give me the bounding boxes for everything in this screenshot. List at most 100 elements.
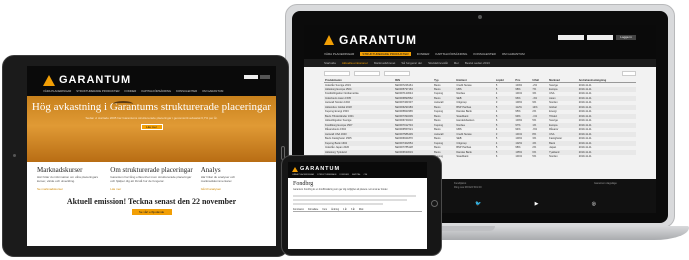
home-button[interactable] [431, 200, 438, 207]
nav-item[interactable]: Fonder [417, 52, 430, 56]
table-header-cell[interactable]: Kurs [322, 209, 327, 211]
table-cell: 2019-11-11 [578, 155, 592, 159]
table-header-cell[interactable]: 1 år [343, 209, 347, 211]
nav-item[interactable]: Fonder [125, 89, 137, 93]
emission-heading: Aktuell emission! Teckna senast den 22 n… [66, 196, 237, 206]
column-title: Om strukturerade placeringar [110, 166, 193, 174]
product-list-section: Produktnamn ISIN Typ Emittent Löptid Pris Utfa… [304, 67, 656, 163]
nav-item[interactable]: Om Garantum [202, 89, 223, 93]
logo-mark-icon [43, 74, 55, 86]
nav-item[interactable]: Strukturerade [317, 174, 336, 176]
camera-icon [478, 15, 482, 19]
column-title: Analys [200, 166, 221, 174]
subnav-item[interactable]: Skuldebrevslåt [428, 61, 448, 65]
main-nav: Våra placeringar Strukturerade Fonder Kapit… [292, 174, 367, 176]
garantum-logo[interactable]: GARANTUM [292, 166, 340, 172]
subnav-item[interactable]: Marknadsbrevet [374, 61, 396, 65]
camera-icon [13, 154, 16, 157]
garantum-logo[interactable]: GARANTUM [324, 33, 417, 47]
hero-read-more-button[interactable]: Läs mer [140, 124, 163, 130]
filter-row [324, 71, 636, 76]
logo-mark-icon [292, 166, 298, 172]
filter-select[interactable] [324, 71, 350, 76]
nav-item[interactable]: Våra placeringar [292, 174, 314, 176]
subnav-item[interactable]: Så fungerar det [401, 61, 422, 65]
nav-item[interactable]: Konsulenter [473, 52, 496, 56]
product-table: Produktnamn ISIN Typ Emittent Löptid Pris Utfa… [324, 79, 636, 159]
page-title: Fondbrg [293, 181, 314, 187]
nav-item[interactable]: Om [364, 174, 368, 176]
text-block [293, 195, 422, 205]
filter-select[interactable] [384, 71, 410, 76]
table-cell: 6 [495, 155, 498, 159]
page-intro: Garantum Fondbrg är en fondförsäkring so… [293, 189, 388, 191]
subnav-item[interactable]: Beslut sedan 2013 [465, 61, 490, 65]
table-header-cell[interactable]: Förvaltare [308, 209, 318, 211]
garantum-logo[interactable]: GARANTUM [43, 74, 131, 86]
table-cell: 5% [532, 155, 537, 159]
column-text: Här hittar du analyser och marknadskomme… [200, 175, 236, 183]
nav-item[interactable]: Strukturerade produkter [76, 89, 119, 93]
info-column: Analys Här hittar du analyser och markna… [201, 166, 266, 191]
tablet-device: GARANTUM Våra placeringar Strukturerade p… [2, 55, 289, 257]
youtube-icon[interactable]: ▶ [535, 201, 539, 207]
emission-offer-button[interactable]: Se vårt erbjudande [131, 208, 172, 215]
username-input[interactable] [244, 75, 258, 79]
table-cell: Swedbank [456, 155, 469, 159]
logo-text: GARANTUM [300, 166, 341, 172]
column-link[interactable]: Läs mer [110, 187, 192, 191]
footer-link[interactable]: Garantum dagsläge [594, 182, 617, 185]
column-text: Här hittar du information om våra placer… [37, 175, 99, 183]
nav-item[interactable]: Våra placeringar [324, 52, 354, 56]
username-input[interactable] [558, 35, 584, 40]
subnav-item[interactable]: Aktuella emissioner [342, 61, 368, 65]
subnav-item[interactable]: Mer [454, 61, 459, 65]
table-header-cell[interactable]: Ändring [331, 209, 339, 211]
info-column: Om strukturerade placeringar Garantum ha… [110, 166, 192, 191]
paraglider-icon [113, 101, 133, 107]
site-header: GARANTUM Logga in Våra placeringar Strukt… [304, 25, 656, 59]
hero-text: Sedan vi startade 2005 har Garantums str… [85, 116, 218, 120]
filter-search-button[interactable] [622, 71, 636, 76]
nav-item[interactable]: Konsulenter [176, 89, 197, 93]
nav-item[interactable]: Våra placeringar [43, 89, 71, 93]
hero-banner: Hög avkastning i Garantums strukturerade… [27, 96, 276, 162]
footer-text: Kundtjänst [454, 182, 467, 185]
tablet-screen: GARANTUM Våra placeringar Strukturerade p… [27, 66, 276, 246]
instagram-icon[interactable]: ◎ [592, 201, 596, 207]
table-header-cell[interactable]: Fondnamn [293, 209, 304, 211]
logo-mark-icon [324, 35, 334, 45]
fund-page-content: Fondbrg Garantum Fondbrg är en fondförsä… [288, 178, 427, 215]
nav-item[interactable]: Kapitalförsäkring [141, 89, 171, 93]
column-title: Marknadskurser [37, 166, 83, 174]
filter-select[interactable] [354, 71, 380, 76]
table-header-cell[interactable]: Risk [359, 209, 363, 211]
nav-item[interactable]: Kapitalförsäkring [435, 52, 467, 56]
login-button[interactable] [260, 75, 270, 79]
nav-item[interactable]: Fonder [340, 174, 349, 176]
login-form [244, 75, 270, 79]
info-column: Marknadskurser Här hittar du information… [37, 166, 102, 191]
table-header-cell[interactable]: 3 år [351, 209, 355, 211]
main-nav: Våra placeringar Strukturerade produkter F… [43, 89, 223, 93]
hero-title: Hög avkastning i Garantums strukturerade… [31, 101, 272, 113]
column-link[interactable]: Gå till analysen [201, 187, 266, 191]
table-cell: 101% [515, 155, 523, 159]
logo-text: GARANTUM [339, 33, 417, 47]
nav-item[interactable]: Kapital [352, 174, 361, 176]
table-cell: Norden [549, 155, 558, 159]
column-text: Garantum har lång erfarenhet inom strukt… [110, 175, 192, 183]
column-link[interactable]: Se marknadskurser [37, 187, 102, 191]
sub-nav: Startsida Aktuella emissioner Marknadsbrev… [304, 59, 656, 67]
phone-screen: GARANTUM Våra placeringar Strukturerade Fo… [288, 162, 427, 249]
subnav-item[interactable]: Startsida [324, 61, 336, 65]
login-form: Logga in [558, 35, 636, 40]
info-columns: Marknadskurser Här hittar du information… [27, 162, 276, 195]
twitter-icon[interactable]: 🐦 [475, 201, 481, 207]
login-button[interactable]: Logga in [616, 35, 636, 40]
password-input[interactable] [587, 35, 613, 40]
footer-text: Ring oss 08-522 501 00 [454, 186, 482, 189]
nav-item[interactable]: Strukturerade produkter [360, 52, 411, 56]
site-header: GARANTUM Våra placeringar Strukturerade p… [27, 66, 276, 96]
nav-item[interactable]: Om Garantum [502, 52, 525, 56]
